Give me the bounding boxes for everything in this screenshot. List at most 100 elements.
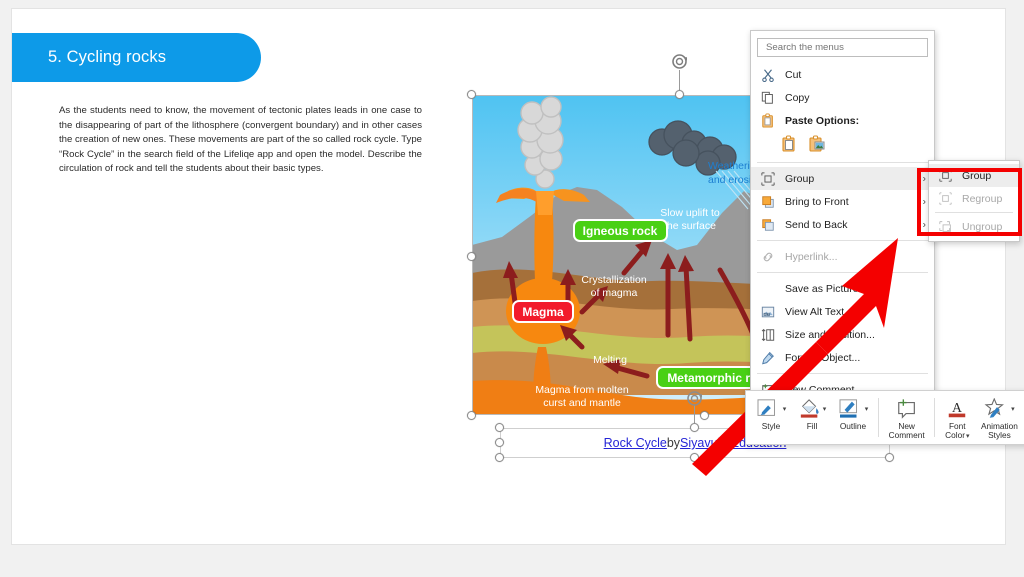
toolbar-button-animation-styles[interactable]: ▾ Animation Styles (975, 394, 1023, 441)
label-uplift-2: the surface (664, 220, 716, 232)
regroup-icon (936, 191, 954, 207)
slide-body-text: As the students need to know, the moveme… (59, 105, 422, 175)
caption-link-rock-cycle[interactable]: Rock Cycle (604, 436, 667, 450)
copy-icon (759, 90, 777, 106)
context-menu-item-format-object[interactable]: Format Object... (751, 346, 934, 369)
context-menu-separator-1 (757, 162, 928, 163)
caption-handle-bottom-right[interactable] (885, 453, 894, 462)
context-menu-label-hyperlink: Hyperlink... (785, 250, 838, 263)
resize-handle-top-center[interactable] (675, 90, 684, 99)
caption-handle-bottom-left[interactable] (495, 453, 504, 462)
resize-handle-bottom-center[interactable] (700, 411, 709, 420)
submenu-separator (935, 212, 1013, 213)
label-molten-2: curst and mantle (543, 397, 621, 409)
toolbar-button-new-comment[interactable]: New Comment (883, 394, 930, 441)
submenu-item-ungroup: Ungroup (929, 215, 1019, 238)
context-menu-item-paste-options: Paste Options: (751, 109, 934, 132)
context-menu-separator-3 (757, 272, 928, 273)
toolbar-button-font-color[interactable]: A Font Color▾ (939, 394, 975, 441)
toolbar-label-style: Style (761, 421, 781, 431)
caption-handle-bottom-center[interactable] (690, 453, 699, 462)
chevron-down-icon-animation-styles[interactable]: ▾ (1011, 405, 1015, 413)
context-menu-label-copy: Copy (785, 91, 810, 104)
rotate-handle[interactable] (671, 53, 688, 70)
label-melting: Melting (593, 354, 627, 366)
context-menu-item-view-alt-text[interactable]: ALT View Alt Text... (751, 300, 934, 323)
toolbar-label-font-color: Font Color▾ (945, 420, 970, 441)
format-object-icon (759, 350, 777, 366)
submenu-item-group[interactable]: Group (929, 164, 1019, 187)
toolbar-label-new-comment: New Comment (888, 421, 925, 441)
caption-rotate-handle[interactable] (686, 390, 703, 407)
caption-handle-top-left[interactable] (495, 423, 504, 432)
resize-handle-middle-left[interactable] (467, 252, 476, 261)
context-menu-separator-4 (757, 373, 928, 374)
new-comment-icon (896, 397, 918, 421)
context-menu-item-save-as-picture[interactable]: Save as Picture... (751, 277, 934, 300)
context-menu-separator-2 (757, 240, 928, 241)
caption-middle: by (666, 436, 681, 450)
scissors-icon (759, 67, 777, 83)
search-menus-box[interactable] (757, 38, 928, 57)
submenu-label-group: Group (962, 169, 992, 182)
context-menu-label-size-and-position: Size and Position... (785, 328, 875, 341)
chevron-down-icon-fill[interactable]: ▾ (823, 405, 827, 413)
ungroup-icon (936, 219, 954, 235)
group-icon (759, 171, 777, 187)
paste-options-row (751, 132, 934, 158)
context-menu-label-view-alt-text: View Alt Text... (785, 305, 853, 318)
resize-handle-bottom-left[interactable] (467, 411, 476, 420)
chevron-right-icon-send-to-back: › (922, 219, 926, 230)
svg-text:A: A (952, 400, 962, 415)
chevron-down-icon-font-color[interactable]: ▾ (966, 433, 970, 440)
paste-keep-formatting-icon[interactable] (781, 135, 797, 155)
label-crystallization-2: of magma (591, 287, 638, 299)
context-menu-label-send-to-back: Send to Back (785, 218, 848, 231)
search-input[interactable] (764, 41, 927, 54)
submenu-label-ungroup: Ungroup (962, 220, 1003, 233)
paste-icon (759, 113, 777, 129)
chevron-down-icon-outline[interactable]: ▾ (865, 405, 869, 413)
caption-handle-middle-left[interactable] (495, 438, 504, 447)
svg-text:Igneous rock: Igneous rock (583, 224, 658, 238)
context-menu-item-group[interactable]: Group › (751, 167, 934, 190)
context-menu-label-save-as-picture: Save as Picture... (785, 282, 868, 295)
caption-rotate-stem (694, 405, 695, 423)
toolbar-button-style[interactable]: ▾ Style (750, 394, 792, 441)
style-icon: ▾ (756, 397, 787, 421)
bring-to-front-icon (759, 194, 777, 210)
badge-magma: Magma (512, 300, 574, 323)
toolbar-label-outline: Outline (839, 421, 867, 431)
fill-icon: ▾ (798, 397, 827, 421)
alt-text-icon: ALT (759, 304, 777, 320)
context-menu-item-copy[interactable]: Copy (751, 86, 934, 109)
context-menu-label-format-object: Format Object... (785, 351, 861, 364)
slide-title-banner: 5. Cycling rocks (12, 33, 261, 82)
label-crystallization-1: Crystallization (581, 274, 647, 286)
context-menu-label-cut: Cut (785, 68, 802, 81)
context-menu-item-size-and-position[interactable]: Size and Position... (751, 323, 934, 346)
caption-handle-top-center[interactable] (690, 423, 699, 432)
badge-igneous-rock: Igneous rock (573, 219, 668, 242)
svg-text:Magma: Magma (522, 305, 564, 319)
context-menu-item-cut[interactable]: Cut (751, 63, 934, 86)
context-menu: Cut Copy Paste Options: (750, 30, 935, 406)
screenshot-root: 5. Cycling rocks As the students need to… (0, 0, 1024, 577)
toolbar-button-outline[interactable]: ▾ Outline (832, 394, 874, 441)
context-menu-item-hyperlink: Hyperlink... (751, 245, 934, 268)
animation-styles-icon: ▾ (984, 397, 1015, 421)
paste-picture-icon[interactable] (809, 135, 825, 155)
context-menu-item-bring-to-front[interactable]: Bring to Front › (751, 190, 934, 213)
no-icon-placeholder (759, 281, 777, 297)
label-uplift-1: Slow uplift to (660, 207, 720, 219)
context-menu-label-group: Group (785, 172, 815, 185)
toolbar-button-fill[interactable]: ▾ Fill (792, 394, 832, 441)
chevron-right-icon-bring-to-front: › (922, 196, 926, 207)
resize-handle-top-left[interactable] (467, 90, 476, 99)
context-menu-item-send-to-back[interactable]: Send to Back › (751, 213, 934, 236)
label-molten-1: Magma from molten (535, 384, 629, 396)
chevron-down-icon-style[interactable]: ▾ (783, 405, 787, 413)
context-menu-label-paste-options: Paste Options: (785, 114, 860, 127)
page-title: 5. Cycling rocks (48, 48, 167, 66)
context-menu-label-bring-to-front: Bring to Front (785, 195, 849, 208)
